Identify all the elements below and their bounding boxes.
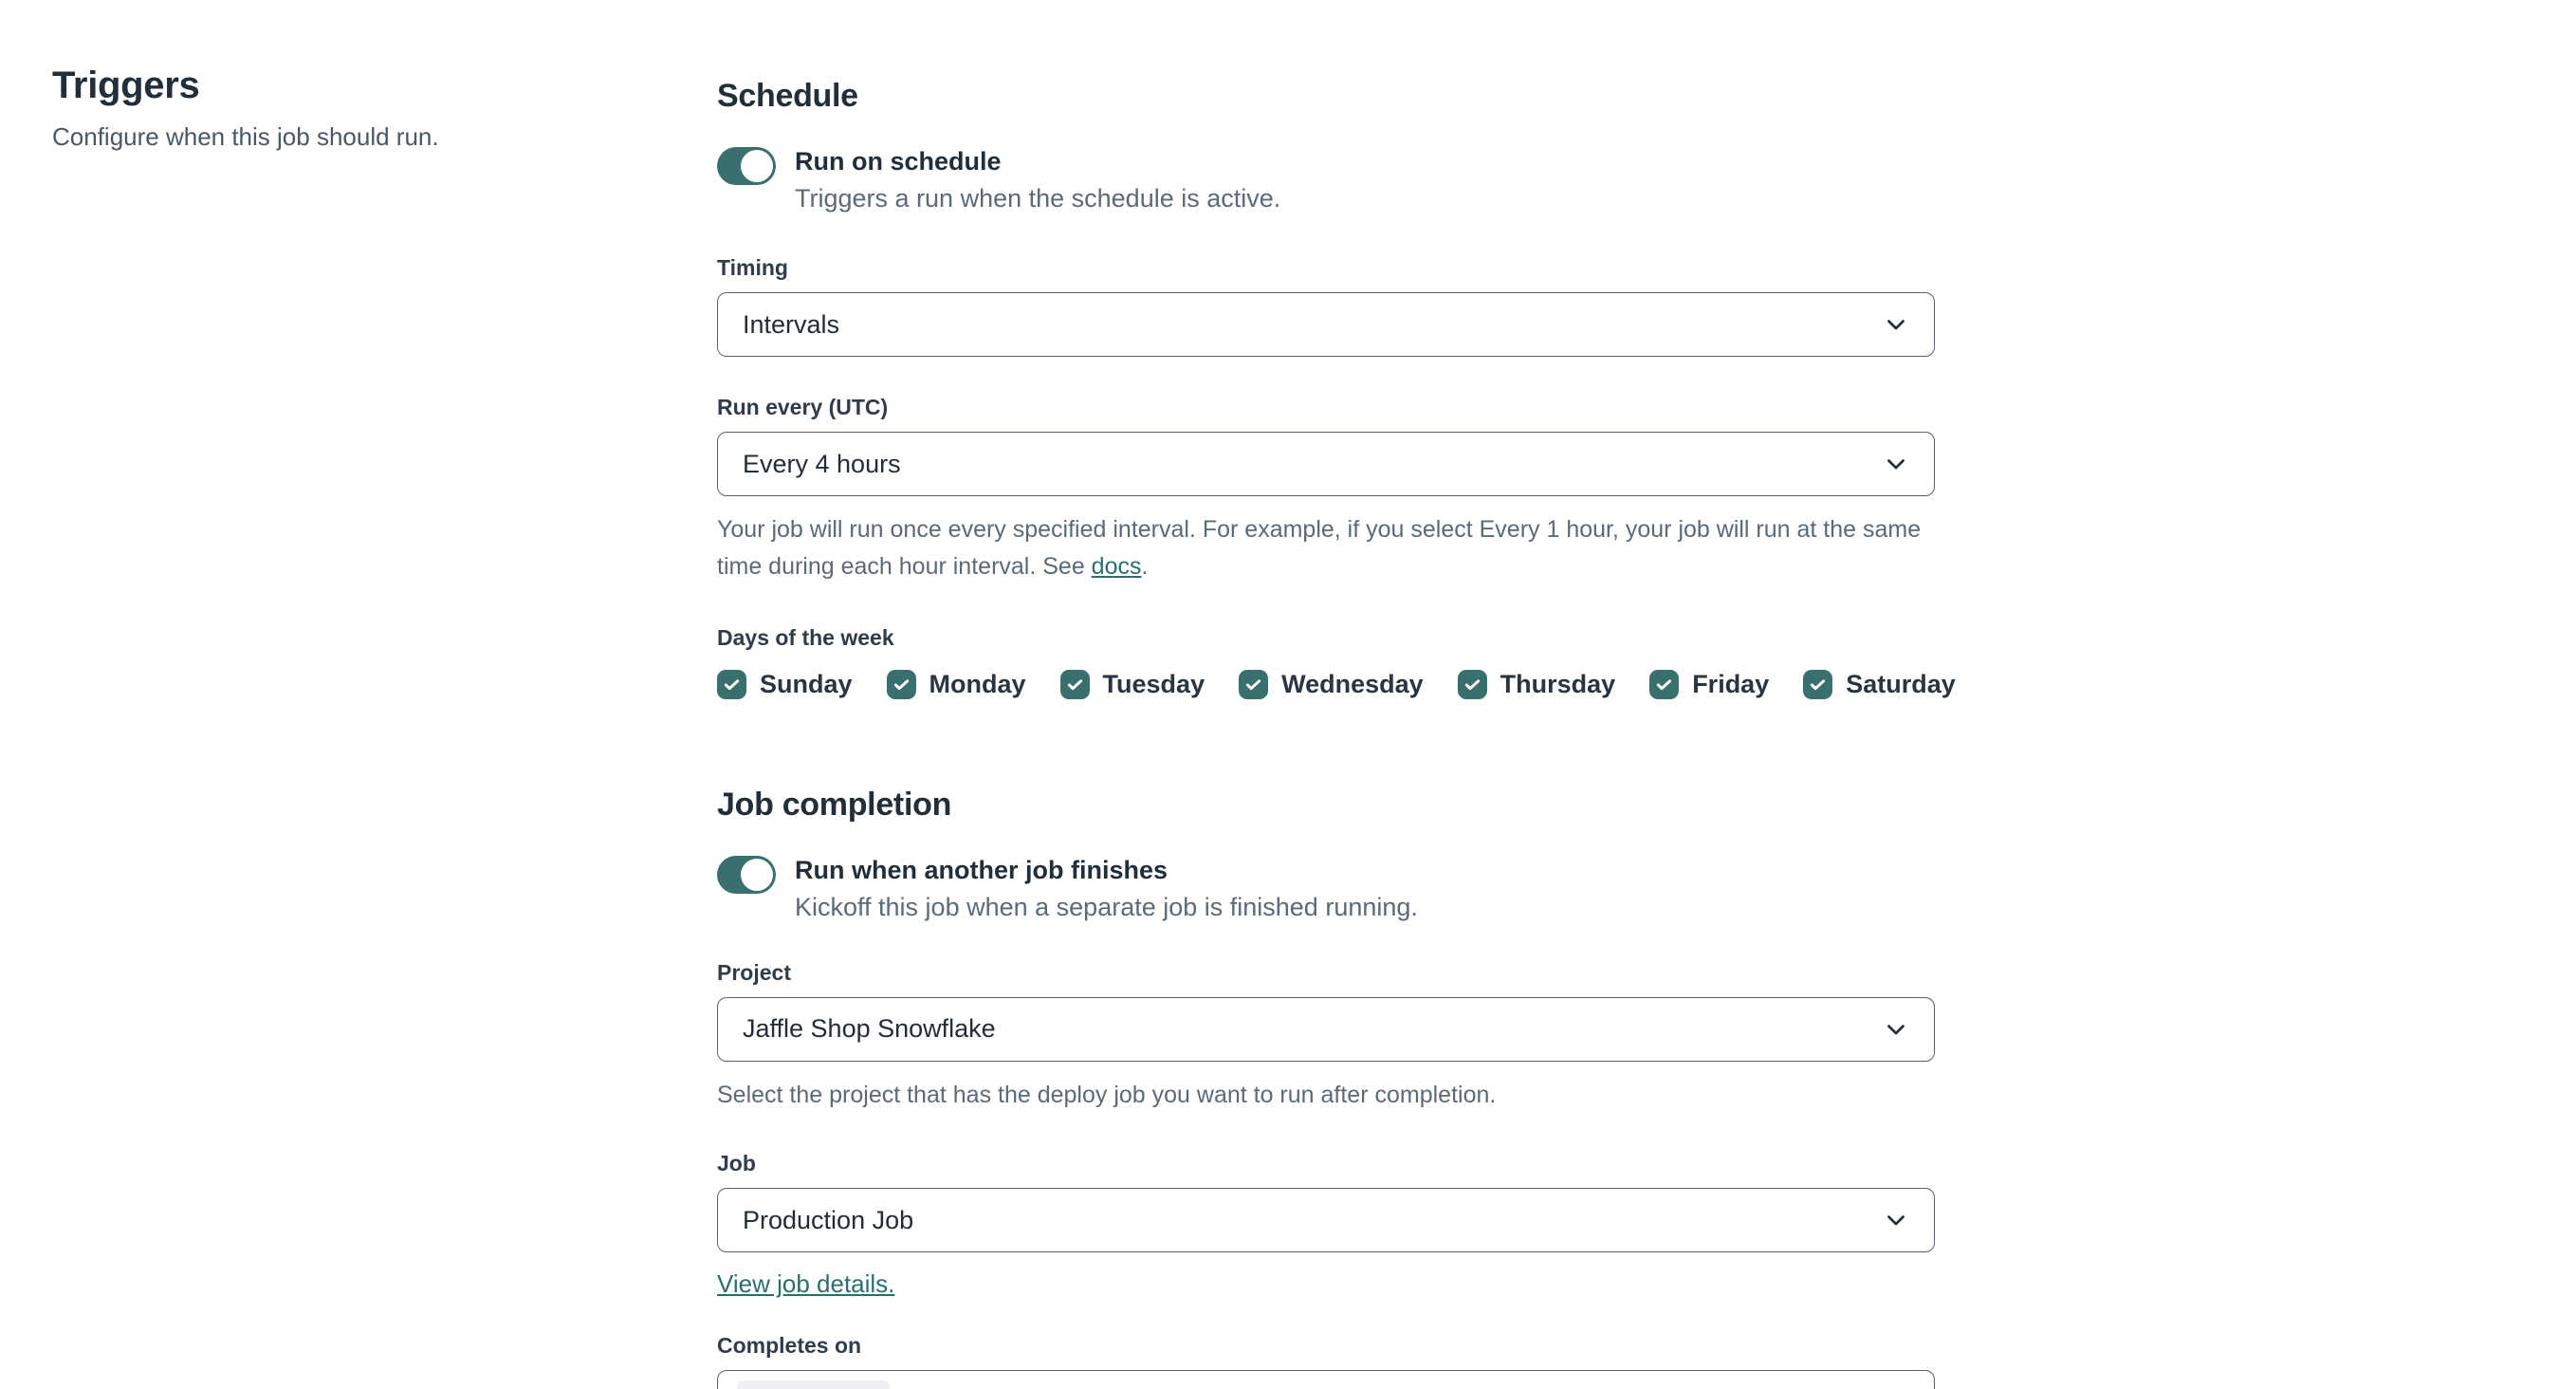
day-label: Monday <box>929 669 1026 698</box>
schedule-section-heading: Schedule <box>717 78 858 114</box>
day-label: Thursday <box>1500 669 1616 698</box>
job-select[interactable]: Production Job <box>717 1188 1935 1253</box>
completes-on-multiselect[interactable]: Success <box>717 1370 1935 1389</box>
run-when-finishes-text: Run when another job finishes Kickoff th… <box>795 856 1418 922</box>
day-label: Sunday <box>760 669 853 698</box>
chevron-down-icon <box>1887 459 1904 470</box>
job-completion-section-heading: Job completion <box>717 786 952 823</box>
days-of-week-row: Sunday Monday Tuesday Wednesday Thursday <box>717 669 1956 699</box>
docs-link[interactable]: docs <box>1092 553 1142 580</box>
project-field: Project Jaffle Shop Snowflake Select the… <box>717 960 1935 1114</box>
triggers-settings-page: Triggers Configure when this job should … <box>0 0 2576 1389</box>
job-selected-value: Production Job <box>743 1205 914 1234</box>
project-selected-value: Jaffle Shop Snowflake <box>743 1014 996 1043</box>
run-on-schedule-description: Triggers a run when the schedule is acti… <box>795 184 1281 213</box>
job-field: Job Production Job View job details. <box>717 1151 1935 1299</box>
checkbox-checked-icon <box>1457 669 1487 699</box>
run-when-finishes-toggle[interactable] <box>717 855 776 894</box>
days-of-week-field: Days of the week Sunday Monday Tuesday W… <box>717 624 1956 699</box>
toggle-knob <box>741 858 773 891</box>
timing-select[interactable]: Intervals <box>717 292 1935 357</box>
toggle-knob <box>741 150 773 182</box>
days-of-week-label: Days of the week <box>717 624 894 650</box>
day-checkbox-wednesday[interactable]: Wednesday <box>1239 669 1424 699</box>
day-checkbox-tuesday[interactable]: Tuesday <box>1059 669 1205 699</box>
day-checkbox-saturday[interactable]: Saturday <box>1803 669 1956 699</box>
help-text-suffix: . <box>1141 552 1149 580</box>
run-when-finishes-description: Kickoff this job when a separate job is … <box>795 892 1418 921</box>
run-on-schedule-label: Run on schedule <box>795 147 1002 176</box>
section-intro-panel: Triggers Configure when this job should … <box>0 0 717 1389</box>
timing-field: Timing Intervals <box>717 255 1935 357</box>
checkbox-checked-icon <box>1239 669 1269 699</box>
chevron-down-icon <box>1887 320 1904 330</box>
day-checkbox-thursday[interactable]: Thursday <box>1457 669 1616 699</box>
chip-success: Success <box>737 1380 892 1389</box>
project-label: Project <box>717 959 791 985</box>
project-select[interactable]: Jaffle Shop Snowflake <box>717 996 1935 1062</box>
day-checkbox-friday[interactable]: Friday <box>1649 669 1770 699</box>
day-label: Wednesday <box>1281 669 1424 698</box>
checkbox-checked-icon <box>1803 669 1833 699</box>
chevron-down-icon <box>1887 1215 1904 1226</box>
view-job-details-link[interactable]: View job details. <box>717 1269 894 1299</box>
checkbox-checked-icon <box>1059 669 1090 699</box>
run-on-schedule-text: Run on schedule Triggers a run when the … <box>795 147 1280 213</box>
project-help-text: Select the project that has the deploy j… <box>717 1081 1497 1108</box>
run-every-label: Run every (UTC) <box>717 395 889 419</box>
run-every-selected-value: Every 4 hours <box>743 449 901 478</box>
timing-selected-value: Intervals <box>743 309 840 339</box>
day-label: Tuesday <box>1102 669 1205 698</box>
chevron-down-icon <box>1887 1024 1904 1034</box>
selected-chips: Success <box>737 1380 1829 1389</box>
day-label: Saturday <box>1846 669 1956 698</box>
run-on-schedule-toggle[interactable] <box>717 147 776 185</box>
completes-on-field: Completes on Success <box>717 1333 1935 1389</box>
run-every-select[interactable]: Every 4 hours <box>717 432 1935 496</box>
day-checkbox-monday[interactable]: Monday <box>886 669 1026 699</box>
checkbox-checked-icon <box>886 669 916 699</box>
job-label: Job <box>717 1151 756 1176</box>
help-text-before: Your job will run once every specified i… <box>717 516 1922 580</box>
triggers-form: Schedule Run on schedule Triggers a run … <box>717 0 1956 1389</box>
checkbox-checked-icon <box>1649 669 1680 699</box>
page-description: Configure when this job should run. <box>52 122 439 151</box>
run-on-schedule-row: Run on schedule Triggers a run when the … <box>717 147 1935 213</box>
day-checkbox-sunday[interactable]: Sunday <box>717 669 853 699</box>
day-label: Friday <box>1692 669 1770 698</box>
run-every-help-text: Your job will run once every specified i… <box>717 511 1935 585</box>
checkbox-checked-icon <box>717 669 746 699</box>
run-every-field: Run every (UTC) Every 4 hours Your job w… <box>717 395 1935 585</box>
page-title: Triggers <box>52 65 200 106</box>
timing-label: Timing <box>717 255 788 280</box>
run-when-finishes-label: Run when another job finishes <box>795 855 1168 884</box>
completes-on-label: Completes on <box>717 1333 862 1359</box>
run-when-finishes-row: Run when another job finishes Kickoff th… <box>717 855 1935 922</box>
